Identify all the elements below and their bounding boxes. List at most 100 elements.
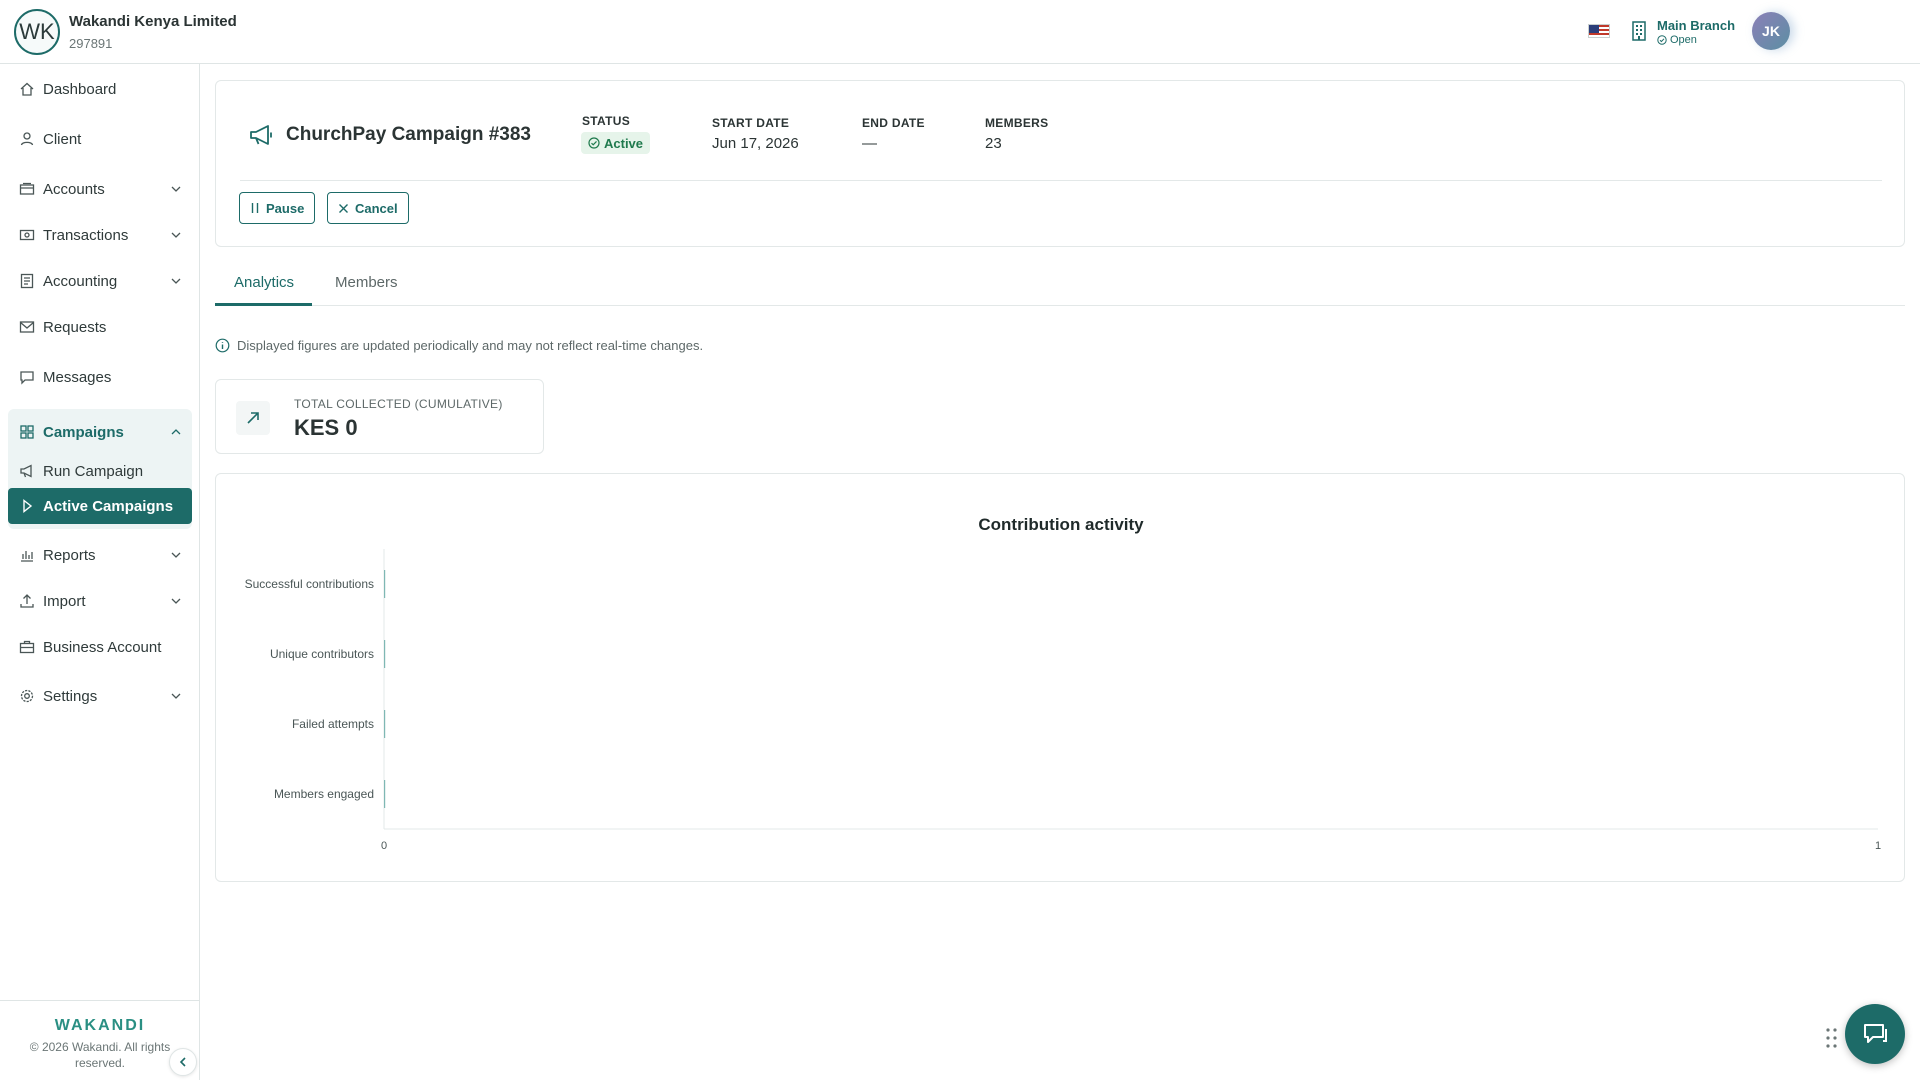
active-tab-indicator [215,303,312,306]
y-tick-label: Unique contributors [270,647,374,661]
sidebar-item-label: Business Account [43,638,162,656]
gear-icon [20,689,34,703]
members-label: MEMBERS [985,116,1049,130]
y-tick-label: Successful contributions [245,577,374,591]
org-name: Wakandi Kenya Limited [69,13,237,30]
sidebar-item-accounting[interactable]: Accounting [8,263,192,299]
megaphone-icon [20,464,32,478]
chevron-down-icon [171,693,181,699]
collapse-sidebar-button[interactable] [169,1048,197,1076]
sidebar-item-label: Messages [43,368,112,386]
members-value: 23 [985,135,1002,152]
end-date-label: END DATE [862,116,925,130]
sidebar-item-label: Dashboard [43,80,117,98]
sidebar: Dashboard Client Accounts Transactions A… [0,64,200,1080]
tab-analytics[interactable]: Analytics [234,274,294,291]
card-divider [240,180,1882,181]
campaign-tabs: Analytics Members [215,262,1905,306]
tab-members[interactable]: Members [335,274,398,291]
pause-button[interactable]: Pause [239,192,316,224]
x-tick-label: 0 [381,840,387,852]
chevron-down-icon [171,598,181,604]
user-icon [20,132,34,146]
sidebar-item-label: Requests [43,318,107,336]
sidebar-item-requests[interactable]: Requests [8,309,192,345]
chart-title: Contribution activity [978,515,1144,534]
mail-icon [19,321,35,333]
info-note: Displayed figures are updated periodical… [215,338,703,353]
start-date-label: START DATE [712,116,790,130]
us-flag-icon[interactable] [1588,24,1610,38]
sidebar-item-label: Settings [43,687,98,705]
top-header: WK Wakandi Kenya Limited 297891 Main Bra… [0,0,1920,64]
grid-icon [20,425,34,439]
sidebar-item-active-campaigns[interactable]: Active Campaigns [8,488,192,524]
sidebar-item-dashboard[interactable]: Dashboard [8,71,192,107]
chevron-down-icon [171,552,181,558]
upload-icon [20,594,34,608]
info-note-text: Displayed figures are updated periodical… [237,338,704,353]
banknote-icon [19,229,35,241]
branch-status-label: Open [1670,34,1697,46]
bar [384,710,386,738]
org-avatar[interactable]: WK [14,9,60,55]
wallet-icon [19,182,35,195]
trend-up-arrow-icon [247,412,259,424]
sidebar-item-import[interactable]: Import [8,583,192,619]
sidebar-item-label: Accounting [43,272,118,290]
chart-canvas: Contribution activity Successful contrib… [245,515,1881,852]
sidebar-item-settings[interactable]: Settings [8,678,192,714]
end-date-value: — [862,135,877,152]
bar-chart-icon [21,551,33,562]
org-code: 297891 [69,36,113,51]
home-icon [20,82,34,96]
sidebar-item-transactions[interactable]: Transactions [8,217,192,253]
sidebar-item-label: Import [43,592,86,610]
ledger-icon [20,273,34,289]
x-tick-label: 1 [1875,840,1881,852]
sidebar-item-label: Accounts [43,180,105,198]
y-tick-label: Members engaged [274,787,374,801]
campaign-title: ChurchPay Campaign #383 [286,124,531,145]
play-icon [23,499,33,513]
kpi-icon-box [236,401,270,435]
campaign-summary-card: ChurchPay Campaign #383 STATUS Active ST… [215,80,1905,247]
y-tick-label: Failed attempts [292,717,374,731]
chat-support-button[interactable] [1845,1004,1905,1064]
start-date-value: Jun 17, 2026 [712,135,799,152]
megaphone-icon [250,125,272,145]
chevron-down-icon [171,186,181,192]
status-label: STATUS [582,114,631,128]
user-avatar[interactable]: JK [1752,12,1790,50]
wakandi-logo: WAKANDI [54,1017,146,1034]
copyright-text: © 2026 Wakandi. All rights reserved. [29,1040,171,1070]
cancel-button[interactable]: Cancel [327,192,409,224]
info-icon [215,338,230,353]
sidebar-item-label: Client [43,130,82,148]
chevron-down-icon [171,278,181,284]
close-icon [339,203,348,213]
chevron-up-icon [171,429,181,435]
drag-handle-icon[interactable] [1825,1027,1839,1049]
bar [384,780,386,808]
sidebar-item-run-campaign[interactable]: Run Campaign [8,453,192,489]
chevron-left-icon [179,1057,186,1067]
sidebar-item-campaigns[interactable]: Campaigns [8,414,192,450]
status-value: Active [604,135,644,151]
sidebar-item-business-account[interactable]: Business Account [8,629,192,665]
cancel-label: Cancel [355,200,398,216]
status-badge: Active [581,132,651,154]
sidebar-item-accounts[interactable]: Accounts [8,171,192,207]
chat-icon [20,371,34,385]
sidebar-item-client[interactable]: Client [8,121,192,157]
sidebar-item-reports[interactable]: Reports [8,537,192,573]
pause-label: Pause [266,200,305,216]
check-circle-icon [588,137,600,149]
sidebar-item-label: Campaigns [43,423,124,441]
pause-icon [251,203,259,213]
sidebar-item-label: Active Campaigns [43,497,174,515]
contribution-activity-chart: Contribution activity Successful contrib… [215,473,1905,882]
kpi-value: KES 0 [294,415,358,440]
branch-name[interactable]: Main Branch [1657,18,1735,33]
sidebar-item-messages[interactable]: Messages [8,359,192,395]
